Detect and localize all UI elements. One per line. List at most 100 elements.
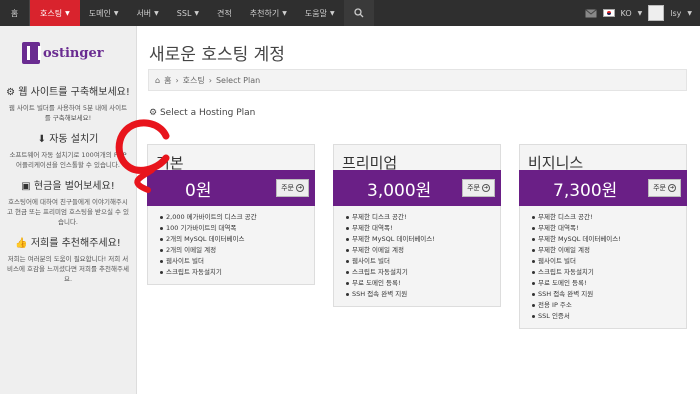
sidebar-section-recommend: 👍 저희를 추천해주세요! 저희는 여러분의 도움이 필요합니다! 저희 서비스… (0, 231, 136, 288)
plan-name: 프리미엄 (333, 144, 501, 172)
price-bar: 3,000원 주문 ➜ (333, 170, 501, 206)
chevron-down-icon: ▼ (282, 9, 287, 17)
plan-basic: 기본 0원 주문 ➜ 2,000 메가바이트의 디스크 공간 100 기가바이트의… (147, 144, 315, 285)
feature-item: 스크립트 자동설치기 (532, 267, 678, 278)
sidebar-heading: 웹 사이트를 구축해보세요! (18, 87, 130, 98)
feature-item: 100 기가바이트의 대역폭 (160, 223, 306, 234)
order-label: 주문 (467, 184, 480, 192)
feature-item: 무료 도메인 등록! (346, 278, 492, 289)
plan-price: 0원 (185, 180, 212, 201)
chevron-down-icon: ▼ (637, 9, 643, 17)
mail-icon[interactable] (584, 8, 597, 18)
feature-item: SSH 접속 완벽 지원 (532, 289, 678, 300)
plan-name: 비지니스 (519, 144, 687, 172)
order-button[interactable]: 주문 ➜ (462, 179, 495, 197)
nav-item-quote[interactable]: 견적 (208, 0, 241, 26)
nav-item-label: 도메인 (88, 8, 111, 18)
download-icon: ⬇ (37, 134, 50, 145)
chevron-down-icon: ▼ (687, 9, 692, 17)
feature-item: 웹사이트 빌더 (160, 256, 306, 267)
feature-item: 2개의 이메일 계정 (160, 245, 306, 256)
feature-item: SSL 인증서 (532, 311, 678, 322)
sidebar-section-website: ⚙ 웹 사이트를 구축해보세요! 웹 사이트 빌더를 사용하여 5분 내에 사이… (0, 80, 136, 127)
price-bar: 0원 주문 ➜ (147, 170, 315, 206)
logo-mark (22, 42, 41, 64)
nav-item-server[interactable]: 서버 ▼ (127, 0, 167, 26)
order-button[interactable]: 주문 ➜ (648, 179, 681, 197)
search-button[interactable] (343, 0, 374, 26)
sidebar-text: 호스팅어에 대하여 친구들에게 이야기해주시고 현금 또는 프리미엄 호스팅을 … (6, 198, 130, 226)
top-nav: 홈 호스팅 ▼ 도메인 ▼ 서버 ▼ SSL ▼ 견적 추천하기 ▼ 도움말 ▼ KO ▼ … (0, 0, 700, 26)
hostinger-logo[interactable]: ostinger (0, 26, 136, 80)
nav-item-label: SSL (176, 8, 192, 18)
plan-premium: 프리미엄 3,000원 주문 ➜ 무제한 디스크 공간! 무제한 대역폭! 무제한… (333, 144, 501, 307)
feature-item: 무제한 디스크 공간! (346, 212, 492, 223)
sidebar-heading: 자동 설치기 (49, 134, 99, 145)
feature-item: 무제한 이메일 계정 (532, 245, 678, 256)
sidebar-text: 웹 사이트 빌더를 사용하여 5분 내에 사이트를 구축해보세요! (8, 104, 128, 122)
nav-home-label: 홈 (10, 8, 19, 18)
logo-text: ostinger (43, 45, 104, 61)
feature-item: 웹사이트 빌더 (532, 256, 678, 267)
home-icon: ⌂ (155, 75, 161, 85)
chevron-down-icon: ▼ (329, 9, 335, 17)
thumbs-up-icon: 👍 (15, 238, 31, 249)
breadcrumb-home[interactable]: 홈 (164, 75, 171, 86)
nav-item-label: 추천하기 (249, 8, 280, 18)
order-label: 주문 (281, 184, 294, 192)
avatar[interactable] (648, 5, 665, 21)
feature-item: 무료 도메인 등록! (532, 278, 678, 289)
sidebar-section-installer: ⬇ 자동 설치기 소프트웨어 자동 설치기로 100여개의 PHP 어플리케이션… (0, 127, 136, 174)
breadcrumb-hosting[interactable]: 호스팅 (183, 75, 205, 86)
chevron-down-icon: ▼ (65, 9, 70, 17)
nav-home[interactable]: 홈 (0, 0, 30, 26)
feature-item: 무제한 MySQL 데이터베이스! (532, 234, 678, 245)
nav-item-label: 견적 (217, 8, 232, 18)
feature-item: 웹사이트 빌더 (346, 256, 492, 267)
language-selector[interactable]: KO (621, 9, 632, 18)
feature-list: 2,000 메가바이트의 디스크 공간 100 기가바이트의 대역폭 2개의 M… (147, 206, 315, 285)
feature-item: 무제한 디스크 공간! (532, 212, 678, 223)
feature-list: 무제한 디스크 공간! 무제한 대역폭! 무제한 MySQL 데이터베이스! 무… (333, 206, 501, 307)
feature-item: 무제한 대역폭! (532, 223, 678, 234)
feature-item: 무제한 대역폭! (346, 223, 492, 234)
chevron-down-icon: ▼ (154, 9, 159, 17)
gears-icon: ⚙ (6, 87, 19, 98)
arrow-right-icon: ➜ (296, 184, 304, 192)
nav-item-label: 도움말 (304, 8, 327, 18)
breadcrumb: ⌂ 홈 › 호스팅 › Select Plan (148, 69, 687, 91)
order-button[interactable]: 주문 ➜ (276, 179, 309, 197)
page-title: 새로운 호스팅 계정 (149, 45, 285, 65)
sidebar-heading: 저희를 추천해주세요! (30, 238, 121, 249)
feature-item: 무제한 MySQL 데이터베이스! (346, 234, 492, 245)
chevron-down-icon: ▼ (113, 9, 119, 17)
section-heading-text: Select a Hosting Plan (159, 108, 256, 118)
nav-item-domain[interactable]: 도메인 ▼ (80, 0, 128, 26)
nav-item-referral[interactable]: 추천하기 ▼ (241, 0, 296, 26)
plan-price: 7,300원 (553, 180, 618, 201)
feature-item: 2,000 메가바이트의 디스크 공간 (160, 212, 306, 223)
arrow-right-icon: ➜ (668, 184, 676, 192)
feature-item: 전용 IP 주소 (532, 300, 678, 311)
main-content: 새로운 호스팅 계정 ⌂ 홈 › 호스팅 › Select Plan ⚙ Sel… (137, 26, 700, 394)
nav-item-hosting[interactable]: 호스팅 ▼ (30, 0, 80, 26)
sidebar-section-earn: ▣ 현금을 벌어보세요! 호스팅어에 대하여 친구들에게 이야기해주시고 현금 … (0, 174, 136, 231)
breadcrumb-current: Select Plan (215, 75, 261, 85)
nav-item-help[interactable]: 도움말 ▼ (296, 0, 344, 26)
nav-item-ssl[interactable]: SSL ▼ (168, 0, 208, 26)
sidebar: ostinger ⚙ 웹 사이트를 구축해보세요! 웹 사이트 빌더를 사용하여… (0, 26, 137, 394)
order-label: 주문 (653, 184, 666, 192)
nav-item-label: 호스팅 (40, 8, 63, 18)
gears-icon: ⚙ (149, 108, 160, 118)
section-heading: ⚙ Select a Hosting Plan (149, 108, 255, 118)
price-bar: 7,300원 주문 ➜ (519, 170, 687, 206)
feature-item: 스크립트 자동설치기 (160, 267, 306, 278)
korea-flag-icon (602, 9, 615, 17)
feature-item: 무제한 이메일 계정 (346, 245, 492, 256)
plan-price: 3,000원 (367, 180, 432, 201)
feature-list: 무제한 디스크 공간! 무제한 대역폭! 무제한 MySQL 데이터베이스! 무… (519, 206, 687, 329)
plan-name: 기본 (147, 144, 315, 172)
user-name[interactable]: lsy (670, 9, 681, 18)
chevron-down-icon: ▼ (194, 9, 200, 17)
sidebar-text: 소프트웨어 자동 설치기로 100여개의 PHP 어플리케이션을 인스톨할 수 … (9, 151, 127, 169)
